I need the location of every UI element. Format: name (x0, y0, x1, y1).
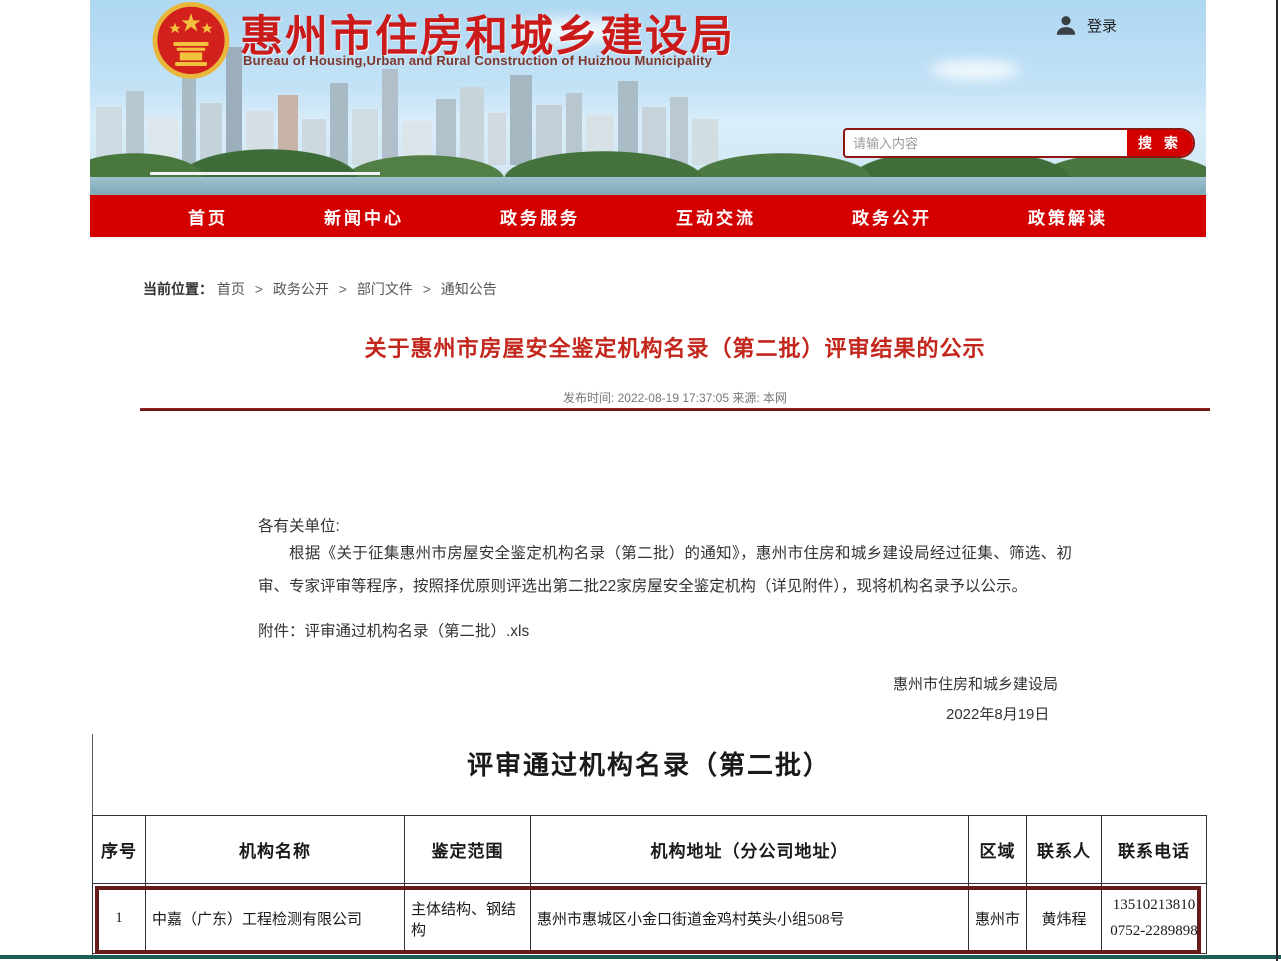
signature-org: 惠州市住房和城乡建设局 (893, 673, 1058, 694)
bridge (150, 172, 380, 175)
cell-no: 1 (93, 884, 146, 954)
nav-item-services[interactable]: 政务服务 (500, 204, 580, 229)
search-button[interactable]: 搜 索 (1127, 130, 1193, 156)
col-header-phone: 联系电话 (1102, 816, 1207, 884)
cell-address: 惠州市惠城区小金口街道金鸡村英头小组508号 (531, 884, 969, 954)
banner-photo: 惠州市住房和城乡建设局 Bureau of Housing,Urban and … (90, 0, 1206, 195)
right-border-line (1276, 0, 1278, 961)
title-divider (140, 408, 1210, 411)
main-nav: 首页 新闻中心 政务服务 互动交流 政务公开 政策解读 (90, 195, 1206, 237)
col-header-scope: 鉴定范围 (405, 816, 531, 884)
bottom-border-line (0, 955, 1281, 959)
cell-contact: 黄炜程 (1027, 884, 1102, 954)
nav-item-policy[interactable]: 政策解读 (1028, 204, 1108, 229)
breadcrumb-separator: > (255, 281, 263, 297)
page: 惠州市住房和城乡建设局 Bureau of Housing,Urban and … (0, 0, 1281, 961)
col-header-contact: 联系人 (1027, 816, 1102, 884)
nav-item-disclosure[interactable]: 政务公开 (852, 204, 932, 229)
national-emblem-logo (148, 2, 234, 82)
breadcrumb-separator: > (423, 281, 431, 297)
search-bar: 搜 索 (843, 128, 1195, 158)
breadcrumb-separator: > (339, 281, 347, 297)
cell-phone: 13510213810 0752-2289898 (1102, 884, 1207, 954)
article-salutation: 各有关单位: (258, 514, 340, 536)
breadcrumb-notices[interactable]: 通知公告 (441, 281, 497, 297)
nav-item-news[interactable]: 新闻中心 (324, 204, 404, 229)
table-row: 1 中嘉（广东）工程检测有限公司 主体结构、钢结构 惠州市惠城区小金口街道金鸡村… (93, 884, 1207, 954)
col-header-region: 区域 (969, 816, 1027, 884)
breadcrumb-dept-files[interactable]: 部门文件 (357, 281, 413, 297)
roster-table: 序号 机构名称 鉴定范围 机构地址（分公司地址） 区域 联系人 联系电话 1 中… (92, 815, 1207, 954)
breadcrumb: 当前位置： 首页 > 政务公开 > 部门文件 > 通知公告 (143, 279, 497, 299)
signature-date: 2022年8月19日 (946, 703, 1049, 724)
river (90, 177, 1206, 195)
col-header-address: 机构地址（分公司地址） (531, 816, 969, 884)
roster-title: 评审通过机构名录（第二批） (92, 745, 1206, 782)
cell-region: 惠州市 (969, 884, 1027, 954)
phone-line-1: 13510213810 (1108, 893, 1200, 919)
breadcrumb-disclosure[interactable]: 政务公开 (273, 281, 329, 297)
cell-scope: 主体结构、钢结构 (405, 884, 531, 954)
table-header-row: 序号 机构名称 鉴定范围 机构地址（分公司地址） 区域 联系人 联系电话 (93, 816, 1207, 884)
article-meta: 发布时间: 2022-08-19 17:37:05 来源: 本网 (140, 389, 1210, 406)
user-icon (1053, 12, 1079, 38)
login-button[interactable]: 登录 (1053, 12, 1117, 38)
search-input[interactable] (845, 130, 1127, 156)
site-subtitle: Bureau of Housing,Urban and Rural Constr… (243, 53, 712, 68)
cell-name: 中嘉（广东）工程检测有限公司 (146, 884, 405, 954)
breadcrumb-home[interactable]: 首页 (217, 281, 245, 297)
col-header-no: 序号 (93, 816, 146, 884)
article-paragraph: 根据《关于征集惠州市房屋安全鉴定机构名录（第二批）的通知》，惠州市住房和城乡建设… (258, 537, 1072, 603)
nav-item-home[interactable]: 首页 (188, 204, 228, 229)
col-header-name: 机构名称 (146, 816, 405, 884)
breadcrumb-label: 当前位置： (143, 281, 213, 297)
phone-line-2: 0752-2289898 (1108, 919, 1200, 945)
login-label: 登录 (1087, 15, 1117, 36)
attachment-link[interactable]: 附件：评审通过机构名录（第二批）.xls (258, 619, 529, 641)
nav-item-interaction[interactable]: 互动交流 (676, 204, 756, 229)
article-title: 关于惠州市房屋安全鉴定机构名录（第二批）评审结果的公示 (140, 331, 1210, 363)
